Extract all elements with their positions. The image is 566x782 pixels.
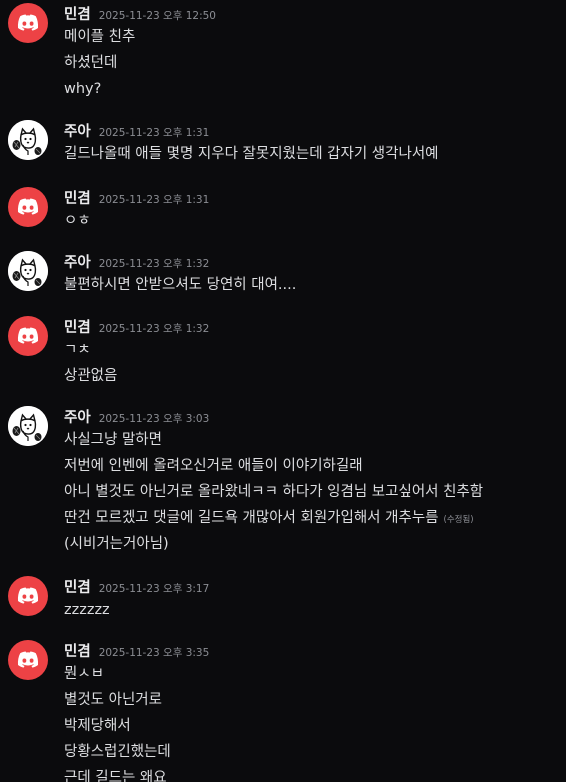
message-line: 메이플 친추	[64, 24, 135, 50]
message-body: ㄱㅊ 상관없음	[64, 337, 117, 389]
message-line: 저번에 인벤에 올려오신거로 애들이 이야기하길래	[64, 453, 483, 479]
discord-logo-icon[interactable]	[8, 316, 48, 356]
message-line: (시비거는거아님)	[64, 531, 483, 557]
timestamp: 2025-11-23 오후 1:31	[98, 127, 210, 139]
message-text: 근데 길드는 왜요	[64, 770, 167, 782]
message-line: 당황스럽긴했는데	[64, 739, 171, 765]
cat-avatar-icon[interactable]	[8, 120, 48, 160]
message-header: 민겸 2025-11-23 오후 1:31	[64, 187, 209, 209]
message-text: 하셨던데	[64, 55, 118, 71]
message-text: 별것도 아닌거로	[64, 692, 162, 708]
discord-logo-icon[interactable]	[8, 576, 48, 616]
timestamp: 2025-11-23 오후 12:50	[98, 10, 216, 22]
message-line: 딴건 모르겠고 댓글에 길드욕 개많아서 회원가입해서 개추누름 (수정됨)	[64, 505, 483, 531]
edited-label: (수정됨)	[443, 515, 474, 525]
message-line: 아니 별것도 아닌거로 올라왔네ㅋㅋ 하다가 잉겸님 보고싶어서 친추함	[64, 479, 483, 505]
timestamp: 2025-11-23 오후 1:31	[98, 194, 210, 206]
message-line: 뭔ㅅㅂ	[64, 661, 171, 687]
message-body: 길드나올때 애들 몇명 지우다 잘못지웠는데 갑자기 생각나서예	[64, 141, 439, 167]
discord-logo-icon[interactable]	[8, 640, 48, 680]
username[interactable]: 주아	[64, 410, 91, 426]
message-text: (시비거는거아님)	[64, 536, 169, 552]
message-text: 당황스럽긴했는데	[64, 744, 171, 760]
message-text: 저번에 인벤에 올려오신거로 애들이 이야기하길래	[64, 458, 363, 474]
message-line: zzzzzz	[64, 597, 110, 623]
message-body: ㅇㅎ	[64, 208, 91, 234]
message-header: 주아 2025-11-23 오후 3:03	[64, 406, 209, 428]
message-text: 딴건 모르겠고 댓글에 길드욕 개많아서 회원가입해서 개추누름	[64, 510, 439, 526]
message-line: ㄱㅊ	[64, 337, 117, 363]
message-line: 길드나올때 애들 몇명 지우다 잘못지웠는데 갑자기 생각나서예	[64, 141, 439, 167]
message-line: 근데 길드는 왜요	[64, 765, 171, 782]
message-text: ㄱㅊ	[64, 342, 91, 358]
timestamp: 2025-11-23 오후 3:03	[98, 413, 210, 425]
message-line: 박제당해서	[64, 713, 171, 739]
cat-avatar-icon[interactable]	[8, 251, 48, 291]
username[interactable]: 민겸	[64, 580, 91, 596]
message-text: 불편하시면 안받으셔도 당연히 대여....	[64, 277, 297, 293]
cat-avatar-icon[interactable]	[8, 406, 48, 446]
discord-logo-icon[interactable]	[8, 187, 48, 227]
message-body: 사실그냥 말하면저번에 인벤에 올려오신거로 애들이 이야기하길래아니 별것도 …	[64, 427, 483, 557]
timestamp: 2025-11-23 오후 1:32	[98, 323, 210, 335]
message-header: 민겸 2025-11-23 오후 3:35	[64, 640, 209, 662]
message-text: 상관없음	[64, 368, 118, 384]
message-text: 아니 별것도 아닌거로 올라왔네ㅋㅋ 하다가 잉겸님 보고싶어서 친추함	[64, 484, 484, 500]
message-text: 박제당해서	[64, 718, 131, 734]
username[interactable]: 민겸	[64, 191, 91, 207]
message-header: 주아 2025-11-23 오후 1:32	[64, 251, 209, 273]
chat-message-list: 민겸 2025-11-23 오후 12:50 메이플 친추하셨던데 why? 주아 20…	[0, 0, 566, 782]
username[interactable]: 민겸	[64, 644, 91, 660]
message-text: ㅇㅎ	[64, 213, 91, 229]
message-line: 상관없음	[64, 363, 117, 389]
message-header: 민겸 2025-11-23 오후 12:50	[64, 3, 216, 25]
timestamp: 2025-11-23 오후 1:32	[98, 258, 210, 270]
timestamp: 2025-11-23 오후 3:35	[98, 647, 210, 659]
discord-logo-icon[interactable]	[8, 3, 48, 43]
message-text: zzzzzz	[64, 602, 110, 618]
username[interactable]: 민겸	[64, 7, 91, 23]
message-header: 민겸 2025-11-23 오후 3:17	[64, 576, 209, 598]
username[interactable]: 주아	[64, 255, 91, 271]
timestamp: 2025-11-23 오후 3:17	[98, 583, 210, 595]
message-text: 길드나올때 애들 몇명 지우다 잘못지웠는데 갑자기 생각나서예	[64, 146, 439, 162]
message-header: 민겸 2025-11-23 오후 1:32	[64, 316, 209, 338]
message-line: why?	[64, 76, 135, 102]
message-text: 사실그냥 말하면	[64, 432, 162, 448]
message-body: 불편하시면 안받으셔도 당연히 대여....	[64, 272, 296, 298]
message-body: zzzzzz	[64, 597, 110, 623]
message-text: 메이플 친추	[64, 29, 136, 45]
message-line: 사실그냥 말하면	[64, 427, 483, 453]
username[interactable]: 주아	[64, 124, 91, 140]
message-text: 뭔ㅅㅂ	[64, 666, 105, 682]
message-header: 주아 2025-11-23 오후 1:31	[64, 120, 209, 142]
message-line: 불편하시면 안받으셔도 당연히 대여....	[64, 272, 296, 298]
message-body: 메이플 친추하셨던데 why?	[64, 24, 135, 102]
message-line: 하셨던데	[64, 50, 135, 76]
message-body: 뭔ㅅㅂ 별것도 아닌거로박제당해서당황스럽긴했는데근데 길드는 왜요	[64, 661, 171, 782]
message-text: why?	[64, 81, 102, 97]
username[interactable]: 민겸	[64, 320, 91, 336]
message-line: 별것도 아닌거로	[64, 687, 171, 713]
message-line: ㅇㅎ	[64, 208, 91, 234]
